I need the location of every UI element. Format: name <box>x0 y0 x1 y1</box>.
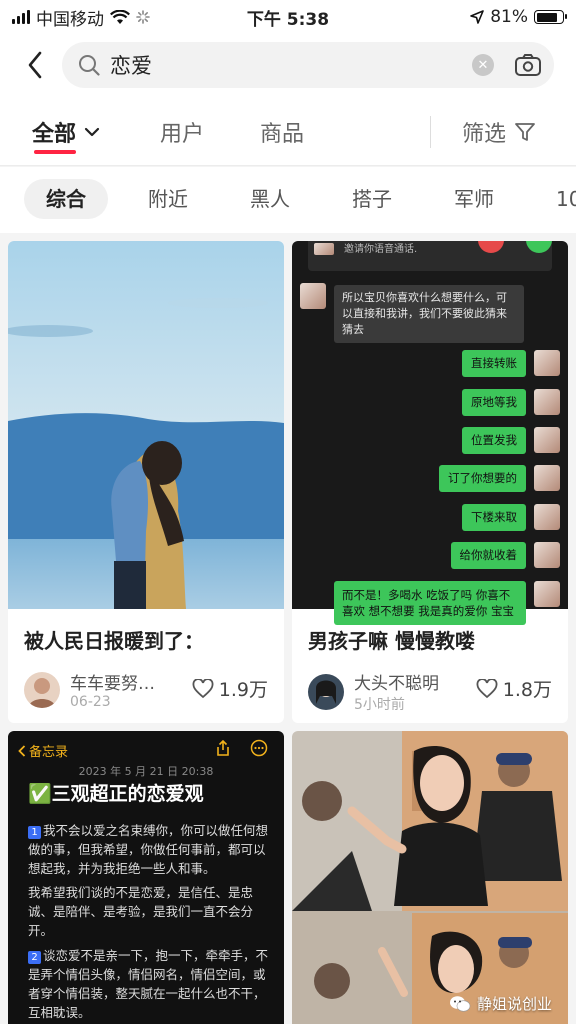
tab-products[interactable]: 商品 <box>260 116 304 148</box>
chip-comprehensive[interactable]: 综合 <box>24 179 108 219</box>
search-icon <box>79 55 100 76</box>
filter-icon <box>515 123 535 141</box>
note-card[interactable]: 静姐说创业 <box>292 731 568 1024</box>
chat-message-right: 直接转账 <box>462 350 526 377</box>
battery-percent: 81% <box>490 7 528 27</box>
watermark-text: 静姐说创业 <box>476 995 552 1013</box>
result-type-tabs: 全部 用户 商品 筛选 <box>0 96 576 166</box>
chevron-left-icon <box>28 51 42 79</box>
note-paragraph: 2 谈恋爱不是亲一下，抱一下，牵牵手，不是弄个情侣头像，情侣网名，情侣空间，或者穿… <box>28 948 269 1020</box>
card-title: 被人民日报暖到了： <box>24 629 204 653</box>
chat-message-right: 位置发我 <box>462 427 526 454</box>
chip-more[interactable]: 10 <box>534 179 576 219</box>
search-header: 恋爱 ✕ <box>0 34 576 96</box>
post-date: 06-23 <box>70 694 111 710</box>
chat-message-right: 而不是！多喝水 吃饭了吗 你喜不喜欢 想不想要 我是真的爱你 宝宝 <box>334 581 526 625</box>
call-hint: 邀请你语音通话. <box>344 244 418 255</box>
chat-message-right: 下楼来取 <box>462 504 526 531</box>
share-icon <box>217 740 229 756</box>
battery-icon <box>534 10 567 24</box>
card-title: 男孩子嘛 慢慢教喽 <box>308 629 475 653</box>
chip-nearby[interactable]: 附近 <box>126 179 210 219</box>
chip-advisor[interactable]: 军师 <box>432 179 516 219</box>
chat-message-right: 给你就收着 <box>450 542 526 569</box>
author-name: 大头不聪明 <box>354 674 439 694</box>
like-button[interactable]: 1.9万 <box>192 675 268 702</box>
author-name: 车车要努… <box>70 674 155 694</box>
chat-screenshot: 邀请你语音通话. 所以宝贝你喜欢什么想要什么，可以直接和我讲，我们不要彼此猜来猜… <box>292 241 568 625</box>
clock: 下午 5:38 <box>246 9 330 30</box>
note-title: ✅三观超正的恋爱观 <box>28 783 204 805</box>
signal-icon <box>12 10 30 24</box>
chat-message-right: 订了你想要的 <box>439 465 526 492</box>
chip-buddy[interactable]: 搭子 <box>330 179 414 219</box>
chat-message-right: 原地等我 <box>462 389 526 416</box>
chevron-left-icon <box>18 744 26 757</box>
note-paragraph: 我希望我们谈的不是恋爱，是信任、是忠诚、是陪伴、是考验，是我们一直不会分开。 <box>28 885 254 938</box>
carrier-label: 中国移动 <box>36 9 104 30</box>
chip-black[interactable]: 黑人 <box>228 179 312 219</box>
like-button[interactable]: 1.8万 <box>476 675 552 702</box>
heart-icon <box>192 678 214 698</box>
search-input[interactable]: 恋爱 <box>110 50 472 80</box>
like-count: 1.9万 <box>218 679 268 701</box>
notes-back-button: 备忘录 <box>18 741 68 760</box>
filter-button[interactable]: 筛选 <box>462 116 536 148</box>
search-box[interactable]: 恋爱 ✕ <box>62 42 554 88</box>
wifi-icon <box>110 9 130 24</box>
divider <box>430 116 431 148</box>
chat-message-left: 所以宝贝你喜欢什么想要什么，可以直接和我讲，我们不要彼此猜来猜去 <box>334 285 524 343</box>
number-badge: 1 <box>28 826 41 839</box>
location-arrow-icon <box>470 10 485 24</box>
wechat-icon <box>449 995 471 1012</box>
status-bar: 中国移动 下午 5:38 81% <box>0 0 576 34</box>
camera-icon[interactable] <box>514 53 542 77</box>
note-card[interactable]: 备忘录 2023 年 5 月 21 日 20:38 ✅三观超正的恋爱观 1 我不会… <box>8 731 284 1024</box>
filter-label: 筛选 <box>462 122 507 147</box>
post-date: 5小时前 <box>354 697 405 713</box>
tab-all[interactable]: 全部 <box>32 116 100 148</box>
clear-search-button[interactable]: ✕ <box>472 54 494 76</box>
smiling-girl-photo <box>292 731 568 1024</box>
active-tab-indicator <box>34 150 76 154</box>
more-icon <box>250 739 268 757</box>
avatar[interactable] <box>308 673 344 710</box>
note-paragraph: 1 我不会以爱之名束缚你，你可以做任何想做的事，但我希望，你做任何事前，都可以想起… <box>28 823 269 876</box>
note-card[interactable]: 被人民日报暖到了： 车车要努… 06-23 1.9万 <box>8 241 284 723</box>
number-badge: 2 <box>28 951 41 964</box>
notes-back-label: 备忘录 <box>29 745 69 760</box>
loading-spinner-icon <box>136 10 150 24</box>
close-icon: ✕ <box>477 57 489 73</box>
couple-hug-photo <box>8 241 284 609</box>
chevron-down-icon <box>84 127 100 137</box>
back-button[interactable] <box>20 45 50 85</box>
author-info[interactable]: 车车要努… 06-23 <box>24 669 155 710</box>
author-info[interactable]: 大头不聪明 5小时前 <box>308 669 439 714</box>
avatar[interactable] <box>24 671 60 708</box>
note-date: 2023 年 5 月 21 日 20:38 <box>78 765 214 778</box>
tab-users[interactable]: 用户 <box>160 116 204 148</box>
like-count: 1.8万 <box>502 679 552 701</box>
watermark: 静姐说创业 <box>449 993 552 1014</box>
heart-icon <box>476 678 498 698</box>
tab-label: 全部 <box>32 122 77 147</box>
topic-chips: 综合 附近 黑人 搭子 军师 10 <box>0 167 576 233</box>
note-card[interactable]: 邀请你语音通话. 所以宝贝你喜欢什么想要什么，可以直接和我讲，我们不要彼此猜来猜… <box>292 241 568 723</box>
